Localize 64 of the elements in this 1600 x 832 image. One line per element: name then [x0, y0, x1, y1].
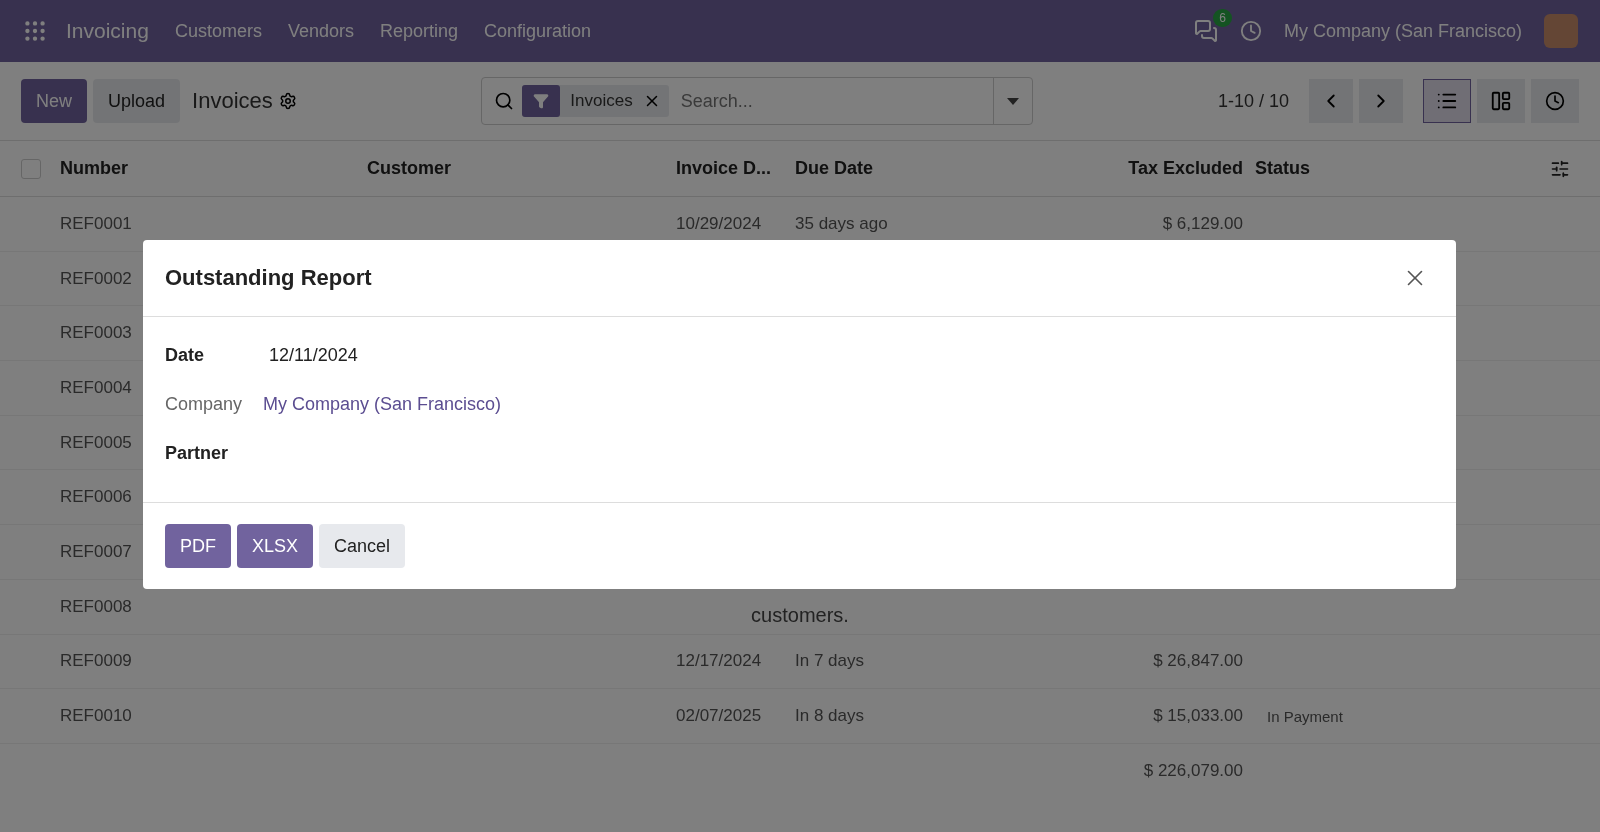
status-tag: In Payment	[1267, 707, 1343, 725]
company-link[interactable]: My Company (San Francisco)	[263, 394, 502, 415]
view-switch-button[interactable]	[1423, 79, 1471, 123]
total-amount: $ 226,079.00	[1143, 760, 1243, 781]
field-label: Partner	[165, 443, 230, 464]
caret-icon	[1007, 97, 1020, 105]
table-cell: 10/29/2024	[676, 213, 762, 234]
kanban-icon	[1490, 90, 1512, 112]
messages-icon[interactable]	[1193, 19, 1218, 43]
view-switch-button[interactable]	[1477, 79, 1525, 123]
menu-item[interactable]: Vendors	[287, 20, 354, 42]
dialog-button[interactable]: Cancel	[319, 524, 406, 568]
table-cell: 02/07/2025	[676, 706, 762, 727]
field-label: Company	[165, 394, 244, 415]
menu-item[interactable]: Configuration	[484, 20, 592, 42]
table-cell: $ 15,033.00	[1153, 706, 1243, 727]
column-header[interactable]: Status	[1255, 158, 1310, 179]
app-name[interactable]: Invoicing	[66, 19, 149, 43]
column-header[interactable]: Invoice D...	[676, 158, 772, 179]
clock-icon	[1545, 91, 1565, 111]
search-icon	[494, 91, 515, 111]
table-cell: 12/17/2024	[676, 651, 762, 672]
new-button[interactable]: New	[21, 79, 87, 123]
pager-text: 1-10 / 10	[1217, 90, 1289, 112]
table-cell: 35 days ago	[795, 213, 888, 234]
table-cell: REF0004	[60, 377, 132, 398]
date-field[interactable]: 12/11/2024	[269, 345, 358, 366]
menu-item[interactable]: Customers	[174, 20, 262, 42]
company-switcher[interactable]: My Company (San Francisco)	[1283, 20, 1522, 42]
table-cell: $ 26,847.00	[1153, 651, 1243, 672]
column-header[interactable]: Customer	[367, 158, 451, 179]
table-cell: REF0002	[60, 268, 132, 289]
search-field[interactable]: Invoices Search...	[481, 77, 1034, 125]
apps-grid-icon[interactable]	[22, 18, 48, 44]
table-cell: REF0001	[60, 213, 132, 234]
table-cell: REF0006	[60, 487, 132, 508]
dialog-button[interactable]: XLSX	[237, 524, 314, 568]
dialog-title: Outstanding Report	[165, 265, 372, 291]
help-text: customers.	[751, 604, 849, 627]
column-header[interactable]: Due Date	[795, 158, 874, 179]
menu-item[interactable]: Reporting	[380, 20, 459, 42]
filter-icon	[533, 93, 550, 109]
column-header[interactable]: Number	[60, 158, 128, 179]
table-cell: REF0007	[60, 541, 132, 562]
upload-button[interactable]: Upload	[93, 79, 181, 123]
clock-icon[interactable]	[1239, 20, 1262, 42]
view-switch-button[interactable]	[1531, 79, 1579, 123]
table-cell: In 8 days	[795, 706, 864, 727]
column-header[interactable]: Tax Excluded	[1128, 158, 1243, 179]
table-cell: REF0010	[60, 706, 132, 727]
settings-icon[interactable]	[278, 92, 297, 110]
table-cell: REF0005	[60, 432, 132, 453]
filter-facet[interactable]: Invoices	[522, 85, 669, 117]
notification-badge: 6	[1213, 9, 1232, 27]
breadcrumb-title: Invoices	[192, 88, 273, 114]
table-cell: REF0003	[60, 323, 132, 344]
column-settings-icon[interactable]	[1550, 158, 1570, 179]
table-cell: REF0009	[60, 651, 132, 672]
table-cell: REF0008	[60, 596, 132, 617]
table-cell: $ 6,129.00	[1162, 213, 1243, 234]
table-cell: In 7 days	[795, 651, 864, 672]
field-label: Date	[165, 345, 205, 366]
select-all-checkbox[interactable]	[21, 158, 41, 179]
dialog-button[interactable]: PDF	[165, 524, 231, 568]
